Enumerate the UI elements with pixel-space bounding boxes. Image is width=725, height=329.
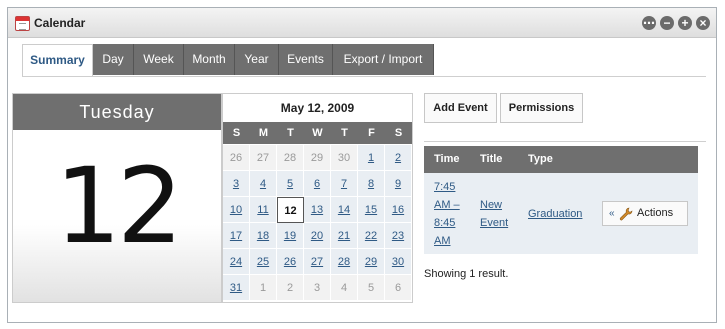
mini-calendar-day[interactable]: 18 [250,223,277,249]
mini-calendar-day[interactable]: 21 [331,223,358,249]
column-header-time: Time [434,153,460,165]
column-header-type: Type [528,153,553,165]
mini-calendar: May 12, 2009 S M T W T F S 26 27 28 29 30 1 2 3 4 5 6 7 8 9 1… [222,93,413,303]
portlet-titlebar: Calendar ⋯ − + × [8,8,716,38]
day-number: 12 [54,145,183,267]
mini-calendar-day[interactable]: 15 [358,197,385,223]
weekday-header: M [250,122,277,144]
calendar-icon [15,16,30,31]
table-row: 7:45 AM – 8:45 AM New Event Graduation «… [424,173,698,254]
mini-calendar-day[interactable]: 9 [385,171,412,197]
mini-calendar-day[interactable]: 8 [358,171,385,197]
tab-summary[interactable]: Summary [22,44,93,77]
actions-button[interactable]: « Actions [602,201,688,226]
mini-calendar-day[interactable]: 11 [250,197,277,223]
mini-calendar-day[interactable]: 26 [277,249,304,275]
mini-calendar-day: 4 [331,275,358,301]
weekday-header: T [277,122,304,144]
maximize-icon[interactable]: + [678,16,692,30]
mini-calendar-day[interactable]: 30 [385,249,412,275]
weekday-header: T [331,122,358,144]
add-event-button[interactable]: Add Event [424,93,497,123]
mini-calendar-day[interactable]: 19 [277,223,304,249]
mini-calendar-day[interactable]: 10 [223,197,250,223]
tab-events[interactable]: Events [279,44,333,75]
tab-export-import[interactable]: Export / Import [333,44,434,75]
tab-month[interactable]: Month [184,44,235,75]
chevron-left-icon: « [609,208,615,219]
mini-calendar-today[interactable]: 12 [277,197,304,223]
mini-calendar-day: 29 [304,145,331,171]
weekday-header: S [385,122,412,144]
mini-calendar-day[interactable]: 27 [304,249,331,275]
wrench-icon [619,207,633,221]
day-name: Tuesday [13,94,221,130]
tab-day[interactable]: Day [93,44,134,75]
mini-calendar-day: 1 [250,275,277,301]
mini-calendar-day[interactable]: 17 [223,223,250,249]
mini-calendar-day: 28 [277,145,304,171]
mini-calendar-day: 26 [223,145,250,171]
mini-calendar-day[interactable]: 1 [358,145,385,171]
mini-calendar-day[interactable]: 4 [250,171,277,197]
day-panel: Tuesday 12 [12,93,222,303]
mini-calendar-day: 27 [250,145,277,171]
mini-calendar-day[interactable]: 22 [358,223,385,249]
event-time-link[interactable]: 7:45 AM – 8:45 AM [434,178,460,250]
options-icon[interactable]: ⋯ [642,16,656,30]
mini-calendar-day: 30 [331,145,358,171]
mini-calendar-day: 2 [277,275,304,301]
portlet-title: Calendar [34,16,86,30]
mini-calendar-day[interactable]: 5 [277,171,304,197]
mini-calendar-day: 5 [358,275,385,301]
right-divider [424,141,706,142]
mini-calendar-day[interactable]: 13 [304,197,331,223]
mini-calendar-day: 6 [385,275,412,301]
day-number-area: 12 [13,130,221,302]
mini-calendar-day[interactable]: 28 [331,249,358,275]
actions-label: Actions [637,207,674,219]
column-header-title: Title [480,153,503,165]
mini-calendar-day[interactable]: 23 [385,223,412,249]
mini-calendar-month-label: May 12, 2009 [280,101,355,115]
mini-calendar-day[interactable]: 29 [358,249,385,275]
event-title-link[interactable]: New Event [480,196,508,232]
permissions-button[interactable]: Permissions [500,93,583,123]
mini-calendar-day[interactable]: 2 [385,145,412,171]
event-type-link[interactable]: Graduation [528,205,582,223]
mini-calendar-day[interactable]: 6 [304,171,331,197]
mini-calendar-day[interactable]: 16 [385,197,412,223]
weekday-header: W [304,122,331,144]
results-count: Showing 1 result. [424,268,509,280]
mini-calendar-day[interactable]: 31 [223,275,250,301]
tab-week[interactable]: Week [134,44,184,75]
mini-calendar-day[interactable]: 25 [250,249,277,275]
weekday-header: S [223,122,250,144]
mini-calendar-day[interactable]: 7 [331,171,358,197]
weekday-header: F [358,122,385,144]
events-table-header: Time Title Type [424,146,698,173]
mini-calendar-day[interactable]: 24 [223,249,250,275]
mini-calendar-day[interactable]: 20 [304,223,331,249]
tab-year[interactable]: Year [235,44,279,75]
mini-calendar-day[interactable]: 14 [331,197,358,223]
mini-calendar-day[interactable]: 3 [223,171,250,197]
tabs-divider [22,76,706,77]
mini-calendar-day: 3 [304,275,331,301]
minimize-icon[interactable]: − [660,16,674,30]
close-icon[interactable]: × [696,16,710,30]
